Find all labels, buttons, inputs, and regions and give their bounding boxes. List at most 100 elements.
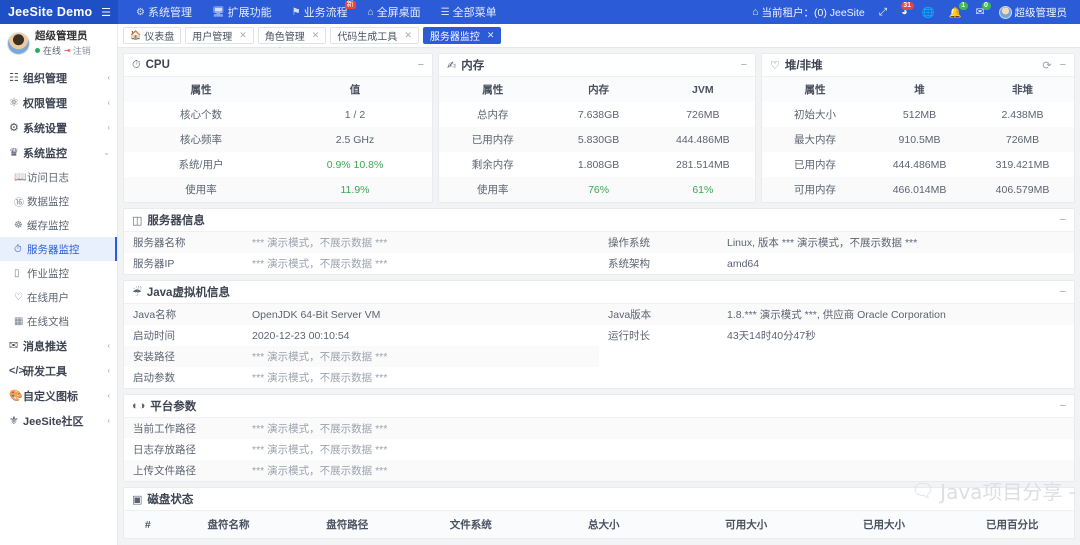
sidebar-item-online-users[interactable]: ♡ 在线用户 (0, 285, 117, 309)
sidebar-item-custom-icons[interactable]: 🎨 自定义图标 ‹ (0, 383, 117, 408)
mail-icon[interactable]: ✉ 0 (969, 0, 992, 24)
mem-value: 5.830GB (546, 127, 650, 152)
sidebar-item-label: 消息推送 (23, 338, 107, 354)
platform-params-title: 平台参数 (150, 398, 196, 414)
tab-server-monitor[interactable]: 服务器监控 ✕ (423, 27, 502, 44)
topnav-item-all-menu[interactable]: ☰ 全部菜单 (431, 0, 507, 24)
cpu-attr: 核心个数 (124, 102, 278, 127)
tab-label: 用户管理 (192, 28, 232, 43)
sidebar-item-monitor[interactable]: ♛ 系统监控 ⌄ (0, 140, 117, 165)
list-item: 上传文件路径 *** 演示模式，不展示数据 *** (124, 460, 1074, 481)
sidebar-item-job-monitor[interactable]: ▯ 作业监控 (0, 261, 117, 285)
topnav-item-system[interactable]: ⚙ 系统管理 (126, 0, 202, 24)
tab-label: 仪表盘 (144, 28, 174, 43)
list-item: 运行时长 43天14时40分47秒 (599, 325, 1074, 346)
cpu-value: 1 / 2 (278, 102, 432, 127)
header-right-tools: ⌂ 当前租户：(0) JeeSite ⤢ ◕ 31 🌐 🔔 1 ✉ 0 超级管理… (745, 0, 1080, 24)
sidebar-item-cache-monitor[interactable]: ☸ 缓存监控 (0, 213, 117, 237)
dashboard-icon[interactable]: ◕ 31 (894, 0, 914, 24)
heap-value: 910.5MB (868, 127, 971, 152)
collapse-icon[interactable]: − (1060, 59, 1066, 71)
field-value: *** 演示模式，不展示数据 *** (252, 370, 387, 385)
disk-th-total: 总大小 (533, 511, 676, 538)
list-item: 安装路径 *** 演示模式，不展示数据 *** (124, 346, 599, 367)
doc-icon: ▦ (14, 316, 27, 327)
brand-area: JeeSite Demo ☰ (0, 0, 118, 24)
table-row: 初始大小 512MB 2.438MB (762, 102, 1074, 127)
collapse-icon[interactable]: − (1060, 400, 1066, 412)
jvm-info-header: ☔ Java虚拟机信息 − (124, 281, 1074, 304)
collapse-icon[interactable]: − (1060, 286, 1066, 298)
close-icon[interactable]: ✕ (239, 30, 247, 41)
heap-th-attr: 属性 (762, 77, 868, 102)
mem-th-mem: 内存 (546, 77, 650, 102)
disk-icon: ▣ (132, 493, 142, 506)
sidebar-menu: ☷ 组织管理 ‹ ⚛ 权限管理 ‹ ⚙ 系统设置 ‹ ♛ 系统监控 ⌄ � (0, 64, 117, 433)
field-label: 系统架构 (599, 256, 727, 271)
fullscreen-icon[interactable]: ⤢ (872, 0, 894, 24)
bell-badge: 1 (959, 2, 968, 10)
sidebar-item-permission[interactable]: ⚛ 权限管理 ‹ (0, 90, 117, 115)
platform-params-header: ◐◑ 平台参数 − (124, 395, 1074, 418)
sidebar-item-community[interactable]: ⚜ JeeSite社区 ‹ (0, 408, 117, 433)
sidebar-item-settings[interactable]: ⚙ 系统设置 ‹ (0, 115, 117, 140)
heap-value: 444.486MB (868, 152, 971, 177)
sidebar-item-org[interactable]: ☷ 组织管理 ‹ (0, 65, 117, 90)
close-icon[interactable]: ✕ (312, 30, 320, 41)
field-label: 服务器名称 (124, 235, 252, 250)
field-value: *** 演示模式，不展示数据 *** (252, 256, 387, 271)
sidebar-item-label: 权限管理 (23, 95, 107, 111)
coffee-icon: ☔ (132, 286, 142, 299)
tab-dashboard[interactable]: 🏠 仪表盘 (123, 27, 181, 44)
table-row: 核心频率 2.5 GHz (124, 127, 432, 152)
tab-bar: 🏠 仪表盘 用户管理 ✕ 角色管理 ✕ 代码生成工具 ✕ 服务器监控 ✕ (118, 24, 1080, 48)
header-user-menu[interactable]: 超级管理员 (992, 0, 1075, 24)
sidebar-item-label: 数据监控 (27, 194, 110, 209)
table-row: 总内存 7.638GB 726MB (439, 102, 755, 127)
logout-button[interactable]: ⇥ 注销 (64, 44, 91, 57)
sidebar-user-box[interactable]: 超级管理员 在线 ⇥ 注销 (0, 24, 117, 64)
collapse-icon[interactable]: − (741, 59, 747, 71)
tab-role-management[interactable]: 角色管理 ✕ (258, 27, 327, 44)
sidebar-item-label: 访问日志 (27, 170, 110, 185)
topnav-item-workflow[interactable]: ⚑ 业务流程 新 (282, 0, 358, 24)
home-icon: ⌂ (368, 7, 374, 18)
avatar (7, 32, 30, 55)
sidebar-item-dev-tools[interactable]: </> 研发工具 ‹ (0, 358, 117, 383)
tab-user-management[interactable]: 用户管理 ✕ (185, 27, 254, 44)
cpu-table: 属性 值 核心个数 1 / 2 核心频率 2.5 GHz (124, 77, 432, 202)
collapse-icon[interactable]: − (418, 59, 424, 71)
topnav-item-fullscreen-desktop[interactable]: ⌂ 全屏桌面 (358, 0, 431, 24)
close-icon[interactable]: ✕ (487, 30, 495, 41)
menu-icon[interactable]: ☰ (101, 6, 111, 19)
chevron-left-icon: ‹ (107, 391, 110, 400)
list-item: 启动时间 2020-12-23 00:10:54 (124, 325, 599, 346)
field-value: 2020-12-23 00:10:54 (252, 330, 350, 342)
current-tenant[interactable]: ⌂ 当前租户：(0) JeeSite (745, 0, 872, 24)
sidebar-item-server-monitor[interactable]: ⏱ 服务器监控 (0, 237, 117, 261)
tab-code-generator[interactable]: 代码生成工具 ✕ (330, 27, 419, 44)
sidebar-item-access-log[interactable]: 📖 访问日志 (0, 165, 117, 189)
bell-icon[interactable]: 🔔 1 (942, 0, 969, 24)
sidebar-item-message-push[interactable]: ✉ 消息推送 ‹ (0, 333, 117, 358)
disk-th-free: 可用大小 (675, 511, 818, 538)
collapse-icon[interactable]: − (1060, 214, 1066, 226)
online-dot-icon (35, 48, 40, 53)
sidebar-item-data-monitor[interactable]: ⑯ 数据监控 (0, 189, 117, 213)
topnav-item-extend[interactable]: 🖥 扩展功能 (202, 0, 282, 24)
nonheap-value: 406.579MB (971, 177, 1074, 202)
field-label: 操作系统 (599, 235, 727, 250)
globe-icon[interactable]: 🌐 (915, 0, 942, 24)
mem-attr: 使用率 (439, 177, 546, 202)
cpu-attr: 使用率 (124, 177, 278, 202)
field-label: 日志存放路径 (124, 442, 252, 457)
heap-panel: ♡ 堆/非堆 ⟳ − 属性 堆 非堆 (761, 53, 1075, 203)
server-icon: ◫ (132, 214, 142, 227)
disk-th-fs: 文件系统 (409, 511, 533, 538)
refresh-icon[interactable]: ⟳ (1042, 59, 1051, 72)
sidebar-item-label: 系统监控 (23, 145, 103, 161)
sidebar-item-online-docs[interactable]: ▦ 在线文档 (0, 309, 117, 333)
close-icon[interactable]: ✕ (404, 30, 412, 41)
home-icon: 🏠 (130, 30, 141, 41)
cache-icon: ☸ (14, 220, 27, 231)
